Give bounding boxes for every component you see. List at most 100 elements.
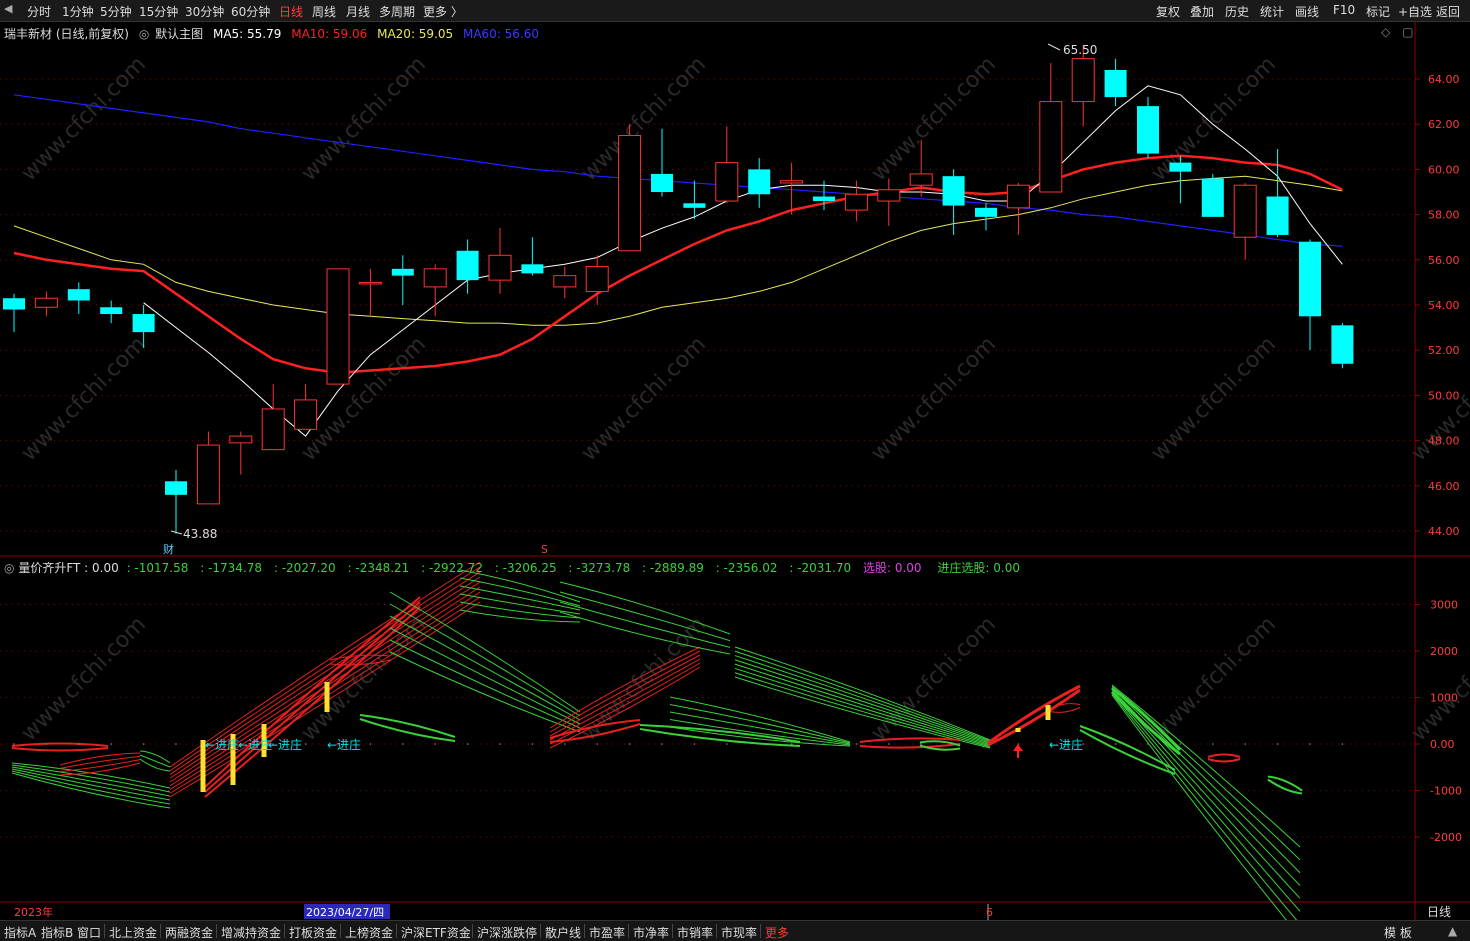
- template-name[interactable]: 默认主图: [155, 27, 203, 41]
- indicator-red-line: [204, 596, 421, 788]
- candle-body: [1039, 101, 1063, 193]
- tab-billboard-funds[interactable]: 上榜资金: [345, 924, 393, 941]
- zero-dot: [434, 743, 437, 745]
- price-tick-label: 54.00: [1428, 299, 1460, 312]
- candle: [1104, 58, 1127, 107]
- indicator-green-line: [1111, 687, 1301, 874]
- square-icon[interactable]: ▢: [1402, 25, 1413, 39]
- watermark-text: www.cfchi.com: [577, 52, 711, 186]
- tab-holding-change[interactable]: 增减持资金: [221, 924, 281, 941]
- candle: [229, 431, 253, 475]
- period-tab-daily[interactable]: 日线: [279, 3, 303, 20]
- candle-body: [521, 264, 544, 274]
- candle-body: [1266, 196, 1289, 235]
- candle-body: [651, 173, 673, 192]
- indicator-red-line: [859, 743, 961, 749]
- watermark-text: www.cfchi.com: [1147, 332, 1281, 466]
- tab-pcf[interactable]: 市现率: [721, 924, 757, 941]
- tab-zhibiao-b[interactable]: 指标B: [41, 924, 73, 941]
- tab-zhibiao-a[interactable]: 指标A: [4, 924, 36, 941]
- cai-marker[interactable]: 财: [163, 542, 174, 556]
- period-tab-60min[interactable]: 60分钟: [231, 3, 270, 20]
- template-button[interactable]: 模 板: [1384, 924, 1412, 941]
- candle: [1201, 173, 1224, 217]
- indicator-green-line: [734, 667, 991, 747]
- indicator-green-line: [389, 615, 581, 721]
- tab-margin[interactable]: 两融资金: [165, 924, 213, 941]
- tab-pe[interactable]: 市盈率: [589, 924, 625, 941]
- draw-line-button[interactable]: 画线: [1295, 3, 1319, 20]
- indicator-settings-icon[interactable]: ◎: [4, 561, 14, 575]
- tab-pb[interactable]: 市净率: [633, 924, 669, 941]
- kline-chart[interactable]: www.cfchi.com www.cfchi.com www.cfchi.com w…: [0, 22, 1470, 920]
- stock-title[interactable]: 瑞丰新材 (日线,前复权): [4, 27, 129, 41]
- candle: [358, 268, 382, 317]
- period-tab-monthly[interactable]: 月线: [346, 3, 370, 20]
- period-tab-multi[interactable]: 多周期: [379, 3, 415, 20]
- tab-window[interactable]: 窗口: [77, 924, 101, 941]
- indicator-green-line: [359, 718, 456, 742]
- period-tab-15min[interactable]: 15分钟: [139, 3, 178, 20]
- f10-button[interactable]: F10: [1333, 3, 1355, 17]
- overlay-button[interactable]: 叠加: [1190, 3, 1214, 20]
- zero-dot: [564, 743, 566, 745]
- tab-ps[interactable]: 市销率: [677, 924, 713, 941]
- low-marker: 43.88: [170, 527, 217, 541]
- collapse-up-icon[interactable]: ▲: [1448, 924, 1457, 938]
- candle-body: [618, 135, 642, 252]
- tab-etf-funds[interactable]: 沪深ETF资金: [401, 924, 471, 941]
- diamond-icon[interactable]: ◇: [1381, 25, 1390, 39]
- period-tab-30min[interactable]: 30分钟: [185, 3, 224, 20]
- indicator-tick-label: 3000: [1430, 599, 1458, 612]
- candle: [3, 293, 25, 333]
- stats-button[interactable]: 统计: [1260, 3, 1284, 20]
- zero-dot: [596, 743, 598, 745]
- indicator-red-line: [1207, 758, 1241, 763]
- zero-dot: [369, 743, 372, 745]
- indicator-value-4: : -2348.21: [347, 561, 410, 575]
- mark-button[interactable]: 标记: [1366, 3, 1390, 20]
- indicator-value-10: : -2031.70: [789, 561, 852, 575]
- indicator-name[interactable]: 量价齐升FT: [18, 561, 80, 575]
- candle-body: [942, 176, 965, 206]
- candle-body: [877, 189, 901, 202]
- zero-dot: [888, 743, 890, 745]
- candle-body: [229, 435, 253, 444]
- jinzhuang-label-1: ←进庄: [205, 737, 239, 752]
- candle: [391, 255, 414, 305]
- indicator-value-8: : -2889.89: [642, 561, 704, 575]
- candle-body: [1169, 162, 1192, 172]
- watermark-text: www.cfchi.com: [297, 332, 431, 466]
- indicator-red-line: [1207, 753, 1241, 758]
- s-marker[interactable]: S: [541, 543, 548, 556]
- add-watchlist-button[interactable]: +自选: [1398, 3, 1432, 20]
- history-button[interactable]: 历史: [1225, 3, 1249, 20]
- period-tab-5min[interactable]: 5分钟: [100, 3, 132, 20]
- period-tab-more[interactable]: 更多 〉: [423, 3, 463, 20]
- tab-limit-stats[interactable]: 沪深涨跌停: [477, 924, 537, 941]
- period-tab-1min[interactable]: 1分钟: [62, 3, 94, 20]
- candle-body: [456, 250, 479, 281]
- yellow-signal-bar: [324, 682, 330, 712]
- tab-more[interactable]: 更多: [765, 924, 789, 941]
- high-marker: 65.50: [1047, 43, 1097, 57]
- zero-dot: [1114, 743, 1117, 745]
- zero-dot: [304, 743, 307, 745]
- candle: [715, 126, 739, 204]
- tab-retail-line[interactable]: 散户线: [545, 924, 581, 941]
- candle-body: [585, 266, 609, 292]
- back-arrow-icon[interactable]: ◀: [4, 2, 20, 18]
- zero-dot: [175, 743, 177, 745]
- tab-limit-up-funds[interactable]: 打板资金: [289, 924, 337, 941]
- watermark-text: www.cfchi.com: [867, 612, 1001, 746]
- period-tab-fenshi[interactable]: 分时: [27, 3, 51, 20]
- indicator-red-line: [11, 747, 109, 752]
- template-icon[interactable]: ◎: [139, 27, 149, 41]
- tab-northbound[interactable]: 北上资金: [109, 924, 157, 941]
- return-button[interactable]: 返回: [1436, 3, 1460, 20]
- candles: [3, 45, 1354, 534]
- watermark-text: www.cfchi.com: [1147, 52, 1281, 186]
- period-tab-weekly[interactable]: 周线: [312, 3, 336, 20]
- candle: [100, 300, 123, 324]
- fuquan-button[interactable]: 复权: [1156, 3, 1180, 20]
